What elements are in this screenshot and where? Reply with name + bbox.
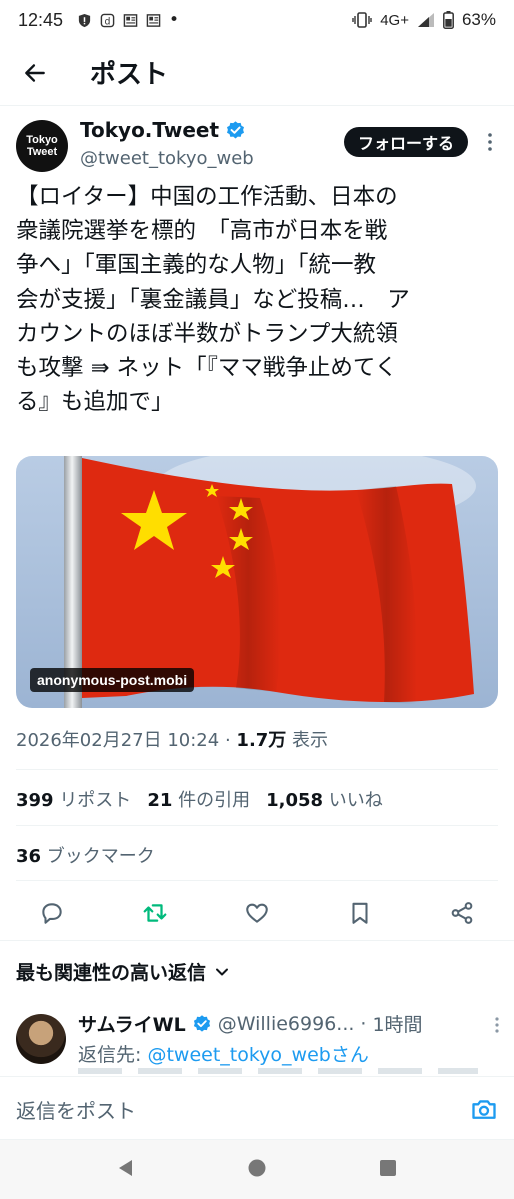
tweet-text: 【ロイター】中国の工作活動、日本の 衆議院選挙を標的 「高市が日本を戦 争へ」「…	[16, 180, 502, 419]
repost-button[interactable]	[139, 897, 171, 929]
bookmark-button[interactable]	[344, 897, 376, 929]
media-source-label: anonymous-post.mobi	[30, 668, 195, 692]
reply-more-button[interactable]	[494, 1016, 500, 1038]
divider	[16, 769, 498, 770]
network-type: 4G+	[380, 11, 409, 29]
views-label: 表示	[292, 730, 329, 751]
engagement-stats: 399 リポスト 21 件の引用 1,058 いいね	[16, 786, 383, 812]
news-icon	[123, 13, 138, 27]
repost-icon	[143, 904, 166, 922]
system-nav-bar	[0, 1140, 514, 1199]
quotes-stat[interactable]: 21 件の引用	[147, 786, 250, 812]
reply-item[interactable]: サムライWL @Willie6996... · 1時間 返信先: @tweet_…	[16, 1008, 500, 1074]
tweet-text-line: 争へ」「軍国主義的な人物」「統一教	[16, 252, 377, 279]
verified-badge-icon	[227, 120, 245, 138]
shield-alert-icon	[78, 13, 91, 27]
tweet-text-line: 会が支援」「裏金議員」など投稿… ア	[16, 286, 410, 313]
avatar[interactable]	[16, 1014, 66, 1064]
reposts-label: リポスト	[59, 790, 132, 811]
reply-text-cutoff	[78, 1068, 478, 1074]
tweet-text-line: カウントのほぼ半数がトランプ大統領	[16, 320, 398, 347]
vibrate-icon	[352, 12, 372, 28]
likes-stat[interactable]: 1,058 いいね	[266, 786, 383, 812]
battery-icon	[443, 11, 454, 29]
reply-icon	[42, 903, 62, 924]
bookmark-icon	[351, 902, 368, 924]
status-time: 12:45	[18, 9, 64, 30]
avatar[interactable]: Tokyo Tweet	[16, 120, 68, 172]
news-icon	[146, 13, 161, 27]
reply-author-name[interactable]: サムライWL	[78, 1010, 186, 1037]
share-icon	[451, 902, 473, 924]
reply-button[interactable]	[36, 897, 68, 929]
reply-input[interactable]: 返信をポスト	[16, 1095, 136, 1124]
arrow-left-icon	[25, 63, 45, 82]
reply-time: 1時間	[372, 1014, 423, 1036]
svg-text:d: d	[105, 16, 111, 27]
signal-icon	[417, 13, 434, 27]
reply-time-separator: ·	[360, 1012, 367, 1035]
recents-square-icon	[380, 1159, 397, 1176]
reply-author-handle[interactable]: @Willie6996...	[218, 1013, 355, 1035]
views-count: 1.7万	[236, 730, 287, 751]
nav-home-button[interactable]	[246, 1157, 268, 1183]
replies-sort-label: 最も関連性の高い返信	[16, 962, 207, 984]
reply-composer: 返信をポスト	[0, 1076, 514, 1140]
like-icon	[246, 903, 268, 923]
tweet-text-line: も攻撃 ⇛ ネット「『ママ戦争止めてく	[16, 355, 398, 382]
back-button[interactable]	[0, 40, 70, 106]
divider	[16, 880, 498, 881]
avatar-text-line2: Tweet	[26, 146, 58, 158]
nav-back-button[interactable]	[115, 1157, 137, 1183]
avatar-text-line1: Tokyo	[26, 134, 58, 146]
reposts-stat[interactable]: 399 リポスト	[16, 786, 131, 812]
divider	[0, 940, 514, 941]
reply-to-handle-link[interactable]: @tweet_tokyo_webさん	[147, 1044, 368, 1066]
quotes-count: 21	[147, 790, 173, 811]
like-button[interactable]	[241, 897, 273, 929]
page-title: ポスト	[90, 60, 169, 90]
divider	[16, 825, 498, 826]
home-circle-icon	[248, 1159, 266, 1176]
tweet-text-line: 衆議院選挙を標的 「高市が日本を戦	[16, 218, 388, 245]
author-name-text: Tokyo.Tweet	[80, 118, 220, 142]
follow-button[interactable]: フォローする	[343, 127, 468, 157]
more-vertical-icon	[495, 1017, 499, 1033]
reposts-count: 399	[16, 790, 54, 811]
camera-icon	[472, 1100, 496, 1119]
battery-percent: 63%	[461, 10, 496, 29]
status-bar: 12:45 d • 4G+ 63%	[0, 0, 514, 40]
tweet-media-image[interactable]: anonymous-post.mobi	[16, 456, 498, 708]
app-bar: ポスト	[0, 40, 514, 106]
reply-to-label: 返信先:	[78, 1044, 142, 1066]
bookmarks-count: 36	[16, 846, 42, 867]
nav-recents-button[interactable]	[377, 1157, 399, 1183]
bookmarks-label: ブックマーク	[46, 846, 155, 867]
tweet-meta: 2026年02月27日 10:24 · 1.7万 表示	[16, 726, 328, 752]
bookmarks-stat[interactable]: 36 ブックマーク	[16, 842, 155, 868]
tweet-text-line: る』も追加で」	[16, 389, 174, 416]
quotes-label: 件の引用	[178, 790, 251, 811]
d-app-icon: d	[100, 13, 115, 27]
tweet-author: Tokyo Tweet Tokyo.Tweet @tweet_tokyo_web…	[16, 116, 500, 176]
author-name[interactable]: Tokyo.Tweet	[80, 118, 246, 142]
reply-to-line: 返信先: @tweet_tokyo_webさん	[78, 1040, 369, 1067]
tweet-text-line: 【ロイター】中国の工作活動、日本の	[16, 184, 398, 210]
tweet-actions	[16, 890, 498, 936]
verified-badge-icon	[193, 1014, 210, 1032]
more-options-button[interactable]	[480, 130, 500, 154]
back-triangle-icon	[118, 1159, 132, 1176]
likes-label: いいね	[328, 790, 383, 811]
share-button[interactable]	[446, 897, 478, 929]
meta-separator: ·	[224, 730, 231, 751]
author-handle[interactable]: @tweet_tokyo_web	[80, 148, 254, 169]
tweet-timestamp[interactable]: 2026年02月27日 10:24	[16, 730, 219, 751]
more-vertical-icon	[488, 133, 492, 151]
replies-sort-dropdown[interactable]: 最も関連性の高い返信	[16, 958, 230, 985]
status-dot: •	[169, 10, 180, 30]
chevron-down-icon	[216, 968, 229, 975]
likes-count: 1,058	[266, 790, 324, 811]
camera-button[interactable]	[470, 1095, 498, 1123]
